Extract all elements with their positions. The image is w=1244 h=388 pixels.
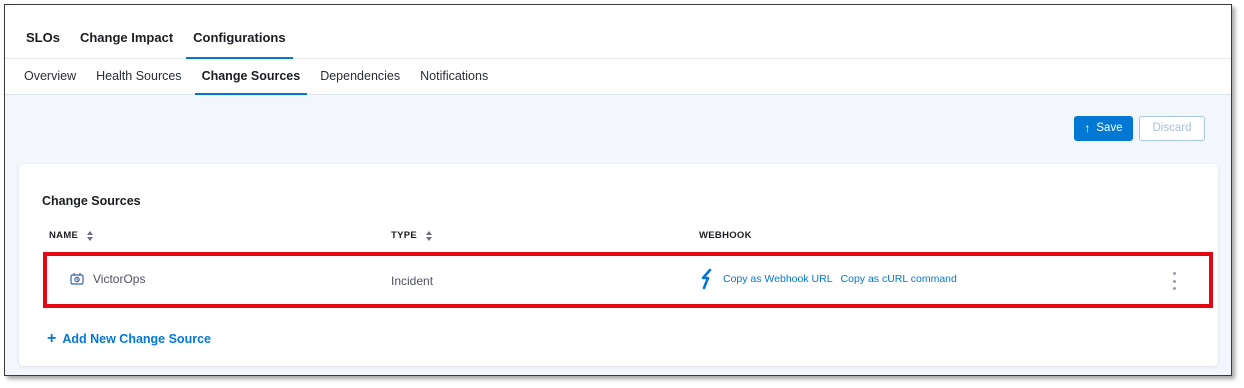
copy-curl-command-link[interactable]: Copy as cURL command [841, 273, 957, 285]
toolbar: ↑ Save Discard [5, 96, 1231, 160]
column-header-type-label: TYPE [391, 230, 418, 241]
copy-webhook-url-link[interactable]: Copy as Webhook URL [723, 273, 833, 285]
row-name-text: VictorOps [93, 272, 146, 286]
app-window: SLOs Change Impact Configurations Overvi… [4, 4, 1232, 376]
column-header-name-label: NAME [49, 230, 79, 241]
add-new-change-source-button[interactable]: + Add New Change Source [47, 331, 211, 347]
column-header-webhook: WEBHOOK [699, 230, 752, 241]
sub-tab-bar: Overview Health Sources Change Sources D… [5, 59, 1231, 95]
tab-change-impact[interactable]: Change Impact [73, 30, 180, 58]
card-title: Change Sources [42, 194, 141, 208]
more-options-icon[interactable] [1169, 272, 1179, 290]
webhook-link-icon [701, 268, 712, 290]
plus-icon: + [47, 330, 57, 347]
upload-arrow-icon: ↑ [1084, 121, 1091, 135]
tab-health-sources[interactable]: Health Sources [89, 69, 188, 94]
column-header-type[interactable]: TYPE [391, 230, 433, 241]
tab-configurations[interactable]: Configurations [186, 30, 294, 59]
victorops-icon [70, 272, 84, 285]
top-tab-bar: SLOs Change Impact Configurations [5, 5, 1231, 59]
tab-overview[interactable]: Overview [17, 69, 83, 94]
tab-notifications[interactable]: Notifications [413, 69, 495, 94]
row-type-text: Incident [391, 274, 434, 288]
table-row[interactable]: VictorOps Incident Copy as Webhook URL C… [43, 252, 1213, 308]
change-sources-card: Change Sources NAME TYPE WEBHOOK VictorO… [19, 164, 1218, 366]
add-new-change-source-label: Add New Change Source [62, 332, 211, 346]
tab-slos[interactable]: SLOs [19, 30, 67, 58]
column-header-name[interactable]: NAME [49, 230, 94, 241]
row-webhook-cell: Copy as Webhook URL Copy as cURL command [699, 268, 965, 290]
tab-change-sources[interactable]: Change Sources [194, 69, 308, 95]
save-button-label: Save [1096, 122, 1123, 134]
tab-dependencies[interactable]: Dependencies [313, 69, 407, 94]
row-name-cell: VictorOps [69, 271, 145, 287]
sort-icon [426, 230, 433, 241]
discard-button[interactable]: Discard [1139, 115, 1205, 141]
save-button[interactable]: ↑ Save [1074, 115, 1133, 141]
column-header-webhook-label: WEBHOOK [699, 230, 752, 241]
sort-icon [87, 230, 94, 241]
